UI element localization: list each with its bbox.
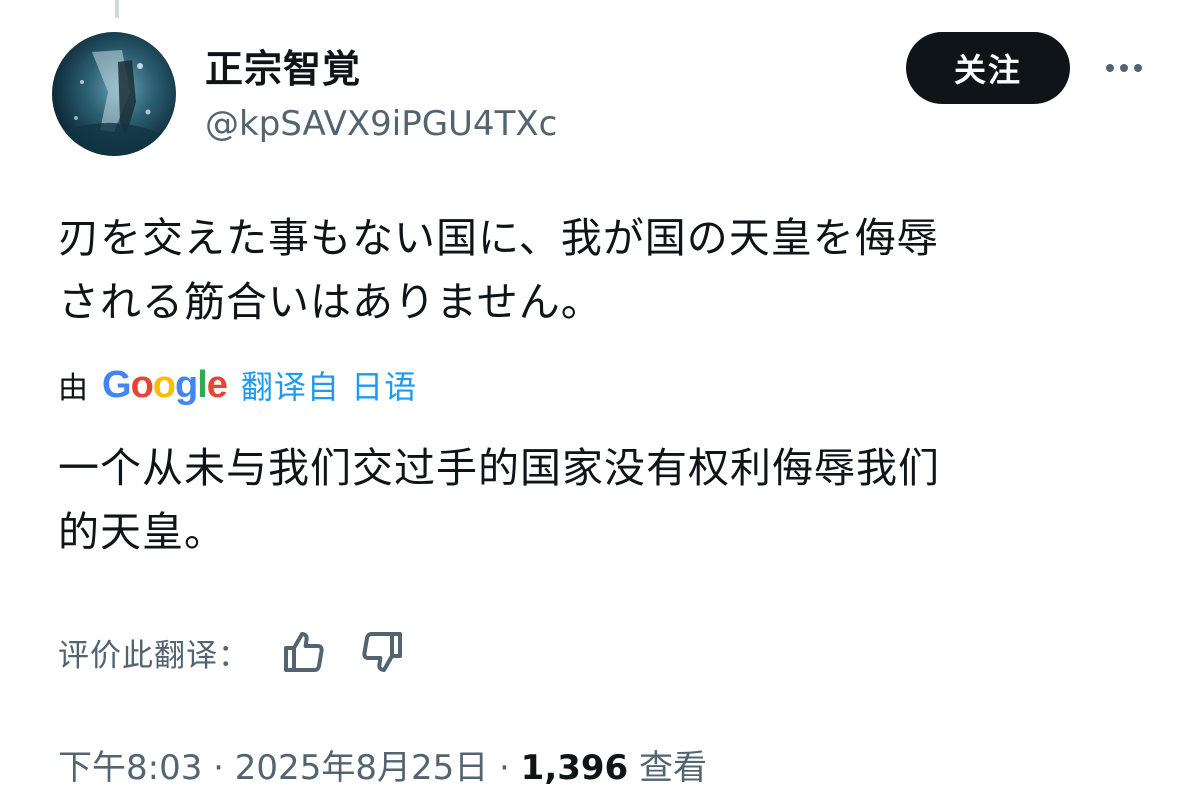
google-logo: Google	[102, 363, 228, 406]
tweet-text: 刃を交えた事もない国に、我が国の天皇を侮辱 される筋合いはありません。	[58, 206, 1158, 334]
views-count: 1,396	[520, 748, 629, 788]
translated-from-link[interactable]: 翻译自 日语	[241, 362, 417, 408]
tweet-text-line: 刃を交えた事もない国に、我が国の天皇を侮辱	[58, 214, 939, 262]
meta-separator: ·	[499, 748, 510, 788]
thumbs-up-icon[interactable]	[280, 628, 328, 676]
avatar[interactable]	[52, 32, 176, 156]
meta-separator: ·	[213, 748, 224, 788]
author-display-name[interactable]: 正宗智覚	[205, 38, 361, 93]
translation-text-line: 一个从未与我们交过手的国家没有权利侮辱我们	[58, 444, 940, 492]
more-horizontal-icon	[1106, 64, 1142, 72]
rate-translation-row: 评价此翻译：	[58, 624, 406, 680]
thread-connector-line	[115, 0, 119, 18]
tweet-date[interactable]: 2025年8月25日	[235, 748, 488, 788]
translation-attribution: 由 Google 翻译自 日语	[58, 360, 417, 410]
translated-by-label: 由	[58, 371, 88, 406]
avatar-image	[62, 50, 166, 156]
tweet-meta: 下午8:03 · 2025年8月25日 · 1,396 查看	[58, 740, 707, 800]
translation-text-line: 的天皇。	[58, 508, 226, 556]
author-handle[interactable]: @kpSAVX9iPGU4TXc	[205, 104, 557, 144]
follow-button[interactable]: 关注	[906, 32, 1070, 104]
tweet-time[interactable]: 下午8:03	[58, 748, 202, 788]
more-options-button[interactable]	[1096, 48, 1152, 88]
tweet-text-line: される筋合いはありません。	[58, 278, 603, 326]
thumbs-down-icon[interactable]	[358, 628, 406, 676]
rate-translation-label: 评价此翻译：	[58, 637, 250, 674]
translation-text: 一个从未与我们交过手的国家没有权利侮辱我们 的天皇。	[58, 436, 1158, 564]
views-label: 查看	[639, 748, 708, 788]
